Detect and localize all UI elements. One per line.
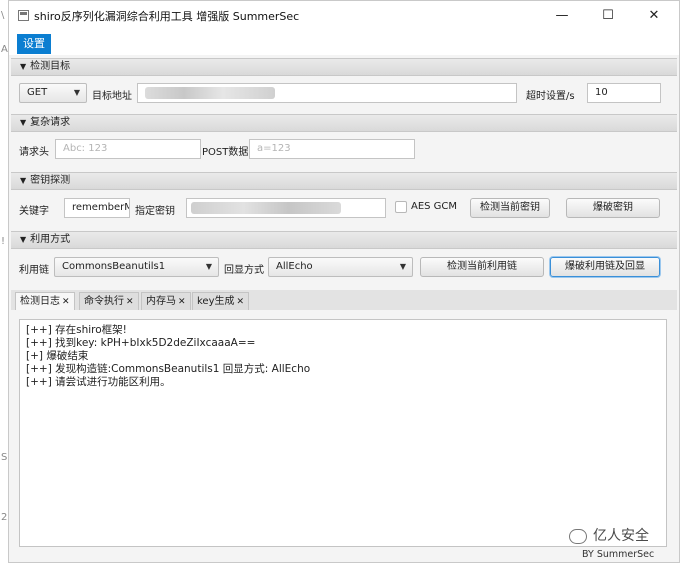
background-fragment: 2: [1, 512, 8, 523]
chevron-down-icon: ▼: [73, 88, 80, 97]
method-value: GET: [27, 87, 48, 98]
title-bar[interactable]: shiro反序列化漏洞综合利用工具 增强版 SummerSec — ☐ ✕: [9, 1, 679, 31]
log-line: [++] 存在shiro框架!: [26, 324, 127, 336]
collapse-arrow-icon: ▼: [20, 176, 27, 185]
close-icon[interactable]: ✕: [62, 297, 70, 307]
keyword-input[interactable]: rememberM: [64, 198, 130, 218]
watermark: 亿人安全: [569, 525, 649, 545]
section-header-exploit[interactable]: ▼ 利用方式: [11, 231, 677, 249]
post-data-input[interactable]: a=123: [249, 139, 415, 159]
timeout-input[interactable]: 10: [587, 83, 661, 103]
tab-label: key生成: [197, 296, 235, 307]
log-line: [++] 发现构造链:CommonsBeanutils1 回显方式: AllEc…: [26, 363, 311, 375]
collapse-arrow-icon: ▼: [20, 235, 27, 244]
log-line: [+] 爆破结束: [26, 350, 89, 362]
background-fragment: S: [1, 452, 8, 463]
echo-select[interactable]: AllEcho ▼: [268, 257, 413, 277]
background-fragment: \: [1, 10, 5, 21]
echo-label: 回显方式: [224, 265, 264, 276]
section-title: 利用方式: [30, 234, 71, 245]
complex-section: 请求头 Abc: 123 POST数据 a=123: [11, 132, 677, 170]
echo-value: AllEcho: [276, 261, 313, 272]
tab-label: 内存马: [146, 296, 176, 307]
method-select[interactable]: GET ▼: [19, 83, 87, 103]
section-header-target[interactable]: ▼ 检测目标: [11, 58, 677, 76]
log-line: [++] 找到key: kPH+bIxk5D2deZiIxcaaaA==: [26, 337, 256, 349]
brute-key-button[interactable]: 爆破密钥: [566, 198, 660, 218]
check-chain-button[interactable]: 检测当前利用链: [420, 257, 544, 277]
section-title: 复杂请求: [30, 117, 71, 128]
tab-command-exec[interactable]: 命令执行 ✕: [79, 292, 139, 310]
maximize-button[interactable]: ☐: [585, 1, 631, 31]
app-window: shiro反序列化漏洞综合利用工具 增强版 SummerSec — ☐ ✕ 设置…: [8, 0, 680, 563]
key-section: 关键字 rememberM 指定密钥 AES GCM 检测当前密钥 爆破密钥: [11, 190, 677, 230]
close-icon[interactable]: ✕: [178, 297, 186, 307]
log-output[interactable]: [++] 存在shiro框架! [++] 找到key: kPH+bIxk5D2d…: [19, 319, 667, 547]
chain-select[interactable]: CommonsBeanutils1 ▼: [54, 257, 219, 277]
section-header-key[interactable]: ▼ 密钥探测: [11, 172, 677, 190]
chain-value: CommonsBeanutils1: [62, 261, 166, 272]
target-section: GET ▼ 目标地址 超时设置/s 10: [11, 76, 677, 112]
keyword-label: 关键字: [19, 206, 49, 217]
minimize-button[interactable]: —: [539, 1, 585, 31]
background-fragment: !: [1, 236, 6, 247]
tab-bar: 检测日志 ✕ 命令执行 ✕ 内存马 ✕ key生成 ✕: [11, 290, 677, 310]
app-icon: [18, 10, 29, 21]
window-title: shiro反序列化漏洞综合利用工具 增强版 SummerSec: [34, 10, 300, 23]
collapse-arrow-icon: ▼: [20, 62, 27, 71]
tab-memory-shell[interactable]: 内存马 ✕: [141, 292, 191, 310]
section-title: 检测目标: [30, 61, 71, 72]
settings-menu[interactable]: 设置: [17, 34, 51, 54]
watermark-text: 亿人安全: [593, 528, 649, 544]
close-icon[interactable]: ✕: [237, 297, 245, 307]
chevron-down-icon: ▼: [399, 262, 406, 271]
post-data-label: POST数据: [202, 147, 249, 158]
tab-key-gen[interactable]: key生成 ✕: [192, 292, 250, 310]
close-icon[interactable]: ✕: [126, 297, 134, 307]
background-fragment: A: [1, 44, 8, 55]
aes-gcm-checkbox[interactable]: [395, 201, 407, 213]
close-button[interactable]: ✕: [631, 1, 677, 31]
target-url-label: 目标地址: [92, 91, 132, 102]
chevron-down-icon: ▼: [205, 262, 212, 271]
tab-label: 命令执行: [84, 296, 124, 307]
headers-label: 请求头: [19, 147, 49, 158]
headers-input[interactable]: Abc: 123: [55, 139, 201, 159]
redacted-key: [191, 202, 341, 214]
chain-label: 利用链: [19, 265, 49, 276]
redacted-url: [145, 87, 275, 99]
brute-chain-button[interactable]: 爆破利用链及回显: [550, 257, 660, 277]
tab-detection-log[interactable]: 检测日志 ✕: [15, 292, 75, 310]
footer-credit: BY SummerSec: [582, 549, 655, 560]
aes-gcm-label: AES GCM: [411, 201, 458, 212]
wechat-icon: [569, 528, 587, 544]
timeout-label: 超时设置/s: [526, 91, 575, 102]
specify-key-label: 指定密钥: [135, 206, 175, 217]
collapse-arrow-icon: ▼: [20, 118, 27, 127]
check-key-button[interactable]: 检测当前密钥: [470, 198, 550, 218]
menu-bar: 设置: [9, 31, 679, 55]
log-line: [++] 请尝试进行功能区利用。: [26, 376, 171, 388]
exploit-section: 利用链 CommonsBeanutils1 ▼ 回显方式 AllEcho ▼ 检…: [11, 249, 677, 287]
section-header-complex[interactable]: ▼ 复杂请求: [11, 114, 677, 132]
tab-label: 检测日志: [20, 296, 60, 307]
section-title: 密钥探测: [30, 175, 71, 186]
